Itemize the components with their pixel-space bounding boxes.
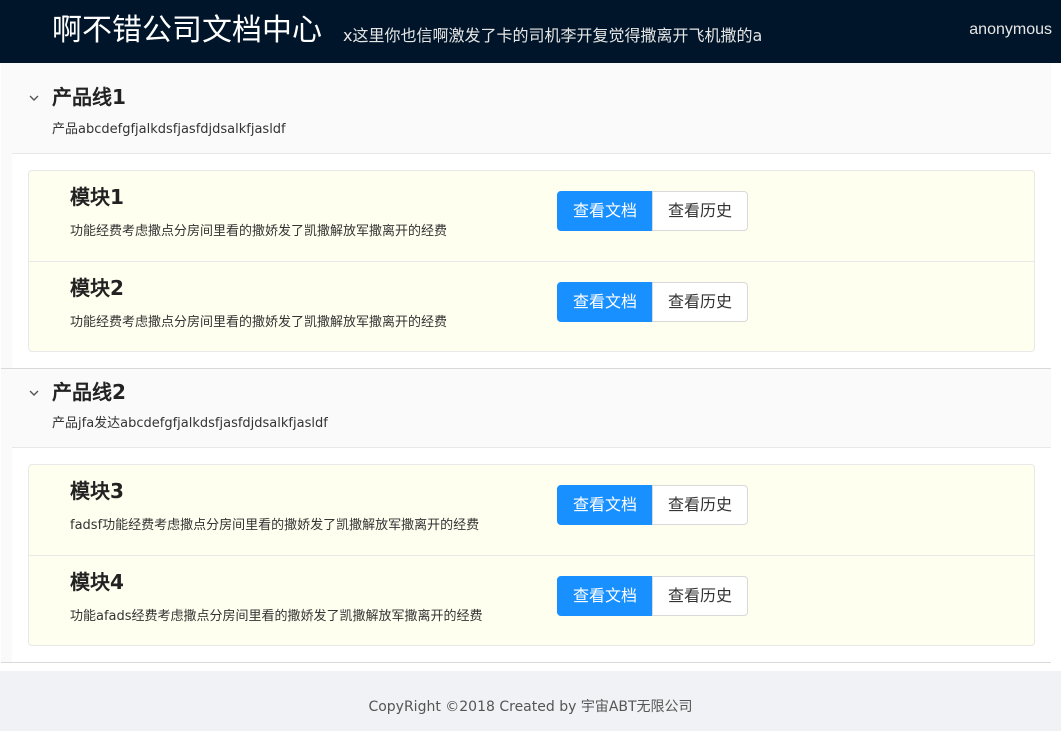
module-title: 模块1 <box>70 185 124 209</box>
copyright-text: CopyRight ©2018 Created by 宇宙ABT无限公司 <box>368 699 693 715</box>
module-description: 功能afads经费考虑撒点分房间里看的撒娇发了凯撒解放军撒离开的经费 <box>70 609 483 624</box>
view-history-button[interactable]: 查看历史 <box>652 282 748 322</box>
module-title: 模块3 <box>70 479 124 503</box>
chevron-down-icon[interactable] <box>28 92 40 104</box>
product-line-panel: 产品线2 产品jfa发达abcdefgfjalkdsfjasfdjdsalkfj… <box>1 369 1051 663</box>
view-history-button[interactable]: 查看历史 <box>652 191 748 231</box>
page-footer: CopyRight ©2018 Created by 宇宙ABT无限公司 <box>0 671 1061 731</box>
view-docs-button[interactable]: 查看文档 <box>557 282 653 322</box>
module-actions: 查看文档 查看历史 <box>557 282 748 322</box>
product-line-title: 产品线1 <box>52 85 126 109</box>
module-list: 模块3 fadsf功能经费考虑撒点分房间里看的撒娇发了凯撒解放军撒离开的经费 查… <box>28 464 1035 646</box>
module-actions: 查看文档 查看历史 <box>557 485 748 525</box>
app-header: 啊不错公司文档中心 x这里你也信啊激发了卡的司机李开复觉得撒离开飞机撒的a an… <box>0 0 1061 63</box>
product-line-header[interactable]: 产品线1 产品abcdefgfjalkdsfjasfdjdsalkfjasldf <box>1 63 1051 153</box>
main-content: 产品线1 产品abcdefgfjalkdsfjasfdjdsalkfjasldf… <box>0 63 1061 671</box>
view-docs-button[interactable]: 查看文档 <box>557 485 653 525</box>
product-line-description: 产品abcdefgfjalkdsfjasfdjdsalkfjasldf <box>52 122 286 137</box>
module-item: 模块2 功能经费考虑撒点分房间里看的撒娇发了凯撒解放军撒离开的经费 查看文档 查… <box>29 261 1034 351</box>
module-description: 功能经费考虑撒点分房间里看的撒娇发了凯撒解放军撒离开的经费 <box>70 224 448 239</box>
module-item: 模块4 功能afads经费考虑撒点分房间里看的撒娇发了凯撒解放军撒离开的经费 查… <box>29 555 1034 645</box>
chevron-down-icon[interactable] <box>28 387 40 399</box>
module-list: 模块1 功能经费考虑撒点分房间里看的撒娇发了凯撒解放军撒离开的经费 查看文档 查… <box>28 170 1035 352</box>
user-name[interactable]: anonymous <box>969 19 1052 41</box>
module-title: 模块2 <box>70 276 124 300</box>
module-description: fadsf功能经费考虑撒点分房间里看的撒娇发了凯撒解放军撒离开的经费 <box>70 518 480 533</box>
product-line-body: 模块1 功能经费考虑撒点分房间里看的撒娇发了凯撒解放军撒离开的经费 查看文档 查… <box>12 153 1051 368</box>
module-item: 模块3 fadsf功能经费考虑撒点分房间里看的撒娇发了凯撒解放军撒离开的经费 查… <box>29 465 1034 555</box>
product-line-body: 模块3 fadsf功能经费考虑撒点分房间里看的撒娇发了凯撒解放军撒离开的经费 查… <box>12 447 1051 662</box>
app-title[interactable]: 啊不错公司文档中心 <box>52 10 322 52</box>
product-line-description: 产品jfa发达abcdefgfjalkdsfjasfdjdsalkfjasldf <box>52 416 328 431</box>
view-history-button[interactable]: 查看历史 <box>652 576 748 616</box>
product-line-title: 产品线2 <box>52 380 126 404</box>
module-description: 功能经费考虑撒点分房间里看的撒娇发了凯撒解放军撒离开的经费 <box>70 315 448 330</box>
product-line-header[interactable]: 产品线2 产品jfa发达abcdefgfjalkdsfjasfdjdsalkfj… <box>1 369 1051 459</box>
module-actions: 查看文档 查看历史 <box>557 576 748 616</box>
module-title: 模块4 <box>70 570 124 594</box>
product-line-panel: 产品线1 产品abcdefgfjalkdsfjasfdjdsalkfjasldf… <box>1 63 1051 369</box>
view-history-button[interactable]: 查看历史 <box>652 485 748 525</box>
module-item: 模块1 功能经费考虑撒点分房间里看的撒娇发了凯撒解放军撒离开的经费 查看文档 查… <box>29 171 1034 261</box>
module-actions: 查看文档 查看历史 <box>557 191 748 231</box>
app-subtitle: x这里你也信啊激发了卡的司机李开复觉得撒离开飞机撒的a <box>343 26 763 45</box>
view-docs-button[interactable]: 查看文档 <box>557 191 653 231</box>
view-docs-button[interactable]: 查看文档 <box>557 576 653 616</box>
